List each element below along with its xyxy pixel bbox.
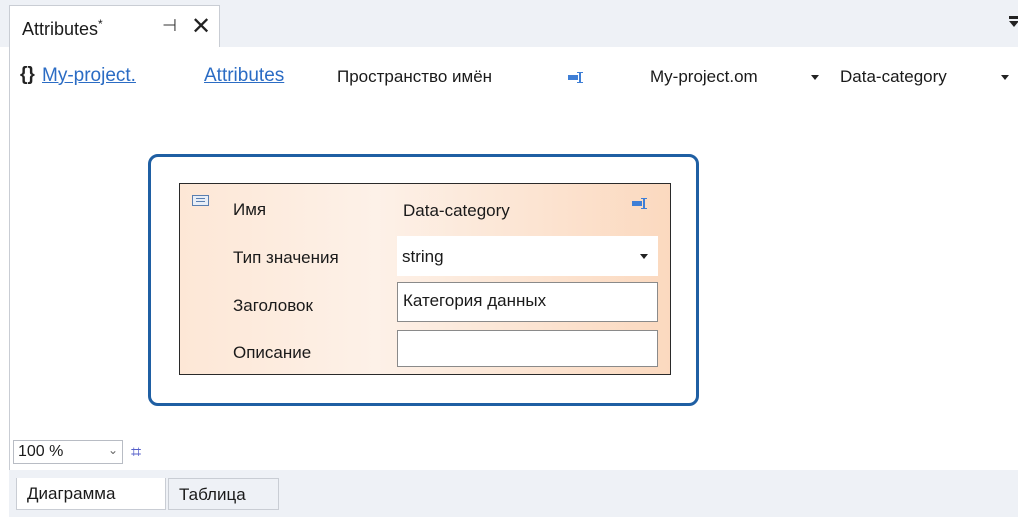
property-icon[interactable] — [568, 72, 584, 83]
breadcrumb-project-link[interactable]: My-project. — [42, 65, 136, 87]
document-tabstrip: Attributes* ⊣ ✕ — [0, 0, 1018, 47]
tab-diagram[interactable]: Диаграмма — [16, 478, 166, 510]
overflow-menu-icon[interactable] — [1009, 16, 1018, 30]
namespace-braces-icon: {} — [20, 64, 35, 85]
description-label: Описание — [233, 343, 312, 362]
caption-value: Категория данных — [403, 291, 547, 310]
breadcrumb-attributes-link[interactable]: Attributes — [204, 65, 284, 87]
value-type-dropdown-arrow-icon[interactable] — [640, 254, 648, 259]
tab-title: Attributes* — [22, 17, 103, 39]
namespace-label: Пространство имён — [337, 67, 493, 86]
value-type-select[interactable]: string — [397, 236, 658, 276]
category-combo[interactable]: Data-category — [840, 67, 947, 87]
caption-label: Заголовок — [233, 296, 313, 315]
zoom-value: 100 % — [18, 443, 64, 460]
entity-icon — [192, 195, 209, 206]
name-value[interactable]: Data-category — [403, 201, 510, 221]
name-label: Имя — [233, 200, 267, 219]
description-field[interactable] — [397, 330, 658, 367]
project-combo[interactable]: My-project.om — [650, 67, 758, 87]
project-combo-dropdown-arrow-icon[interactable] — [811, 75, 819, 80]
zoom-select[interactable]: 100 % ⌄ — [13, 440, 123, 464]
value-type-value: string — [402, 247, 444, 266]
category-combo-dropdown-arrow-icon[interactable] — [1001, 75, 1009, 80]
pin-icon[interactable]: ⊣ — [162, 16, 177, 36]
zoom-chevron-down-icon[interactable]: ⌄ — [108, 443, 118, 457]
caption-field[interactable]: Категория данных — [397, 282, 658, 322]
modified-marker: * — [98, 17, 103, 31]
value-type-label: Тип значения — [233, 248, 339, 267]
shape-property-icon[interactable] — [632, 198, 648, 209]
tab-table[interactable]: Таблица — [168, 478, 279, 510]
tab-attributes[interactable]: Attributes* ⊣ ✕ — [9, 5, 220, 47]
grid-snap-icon[interactable]: ⌗ — [131, 442, 141, 463]
close-icon[interactable]: ✕ — [191, 12, 211, 41]
